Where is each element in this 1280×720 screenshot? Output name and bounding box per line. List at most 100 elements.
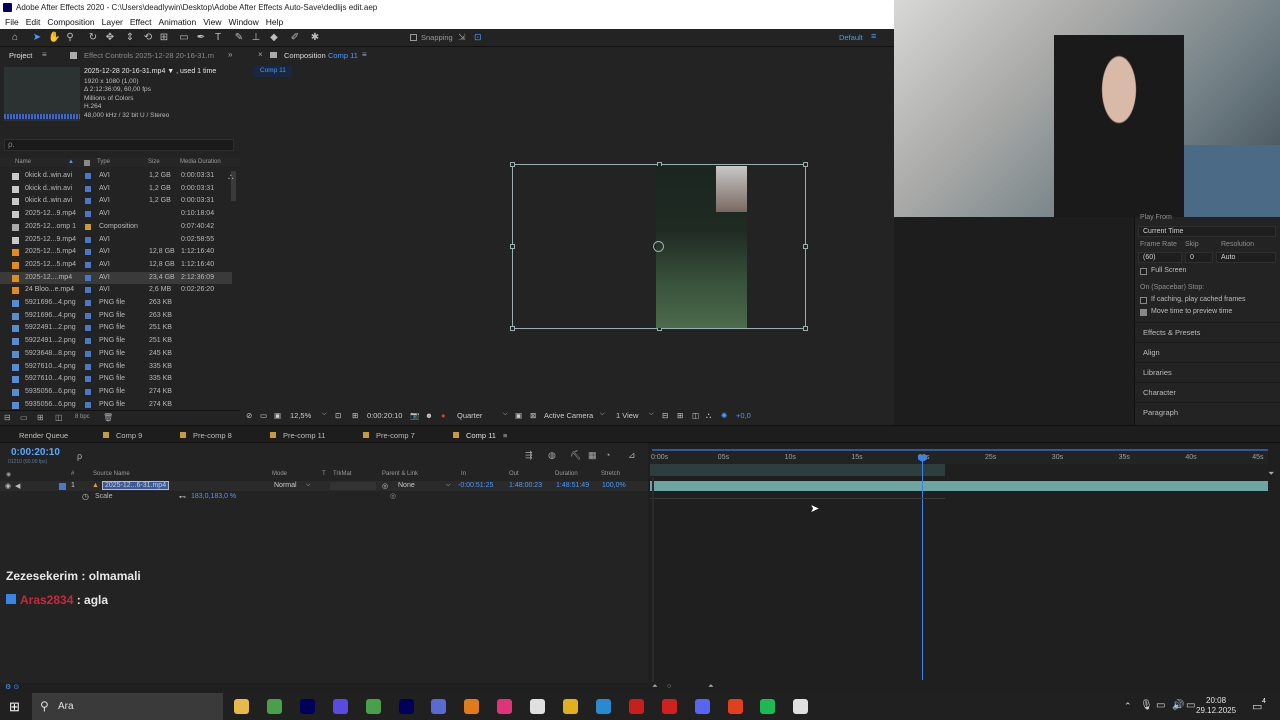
magnification[interactable]: 12,5% [290,411,311,420]
tab-effect-controls[interactable]: Effect Controls 2025-12-28 20-16-31.m [84,51,214,60]
layer-duration-bar[interactable] [650,481,1268,491]
file-label-color[interactable] [85,388,91,395]
tray-chevron-icon[interactable]: ⌃ [1124,701,1132,712]
file-label-color[interactable] [85,223,91,230]
bit-depth[interactable]: 8 bpc [75,414,90,420]
comp-mini-flowchart-icon[interactable]: ⇶ [525,450,533,461]
start-button[interactable]: ⊞ [0,693,32,720]
file-label-color[interactable] [85,274,91,281]
menu-edit[interactable]: Edit [26,15,41,29]
interpret-footage-icon[interactable]: ⊟ [4,413,11,422]
file-label-color[interactable] [85,350,91,357]
project-file-row[interactable]: 2025-12...9.mp4 AVI 0:02:58:55 [0,234,232,247]
microphone-icon[interactable]: 🎙 [1140,700,1153,711]
file-label-color[interactable] [85,363,91,370]
maps-icon[interactable] [563,699,578,714]
tiktok-icon[interactable] [497,699,513,714]
layer-label-color[interactable] [59,483,66,490]
video-eye-icon[interactable]: ◉ [5,482,11,490]
file-label-color[interactable] [85,236,91,243]
tab-composition[interactable]: Composition [284,51,326,60]
project-file-row[interactable]: 0kick d..win.avi AVI 1,2 GB 0:00:03:31 [0,170,232,183]
project-file-row[interactable]: 24 Bloo...e.mp4 AVI 2,6 MB 0:02:26:20 [0,284,232,297]
handle-bottom-right[interactable] [803,326,808,331]
file-label-color[interactable] [85,338,91,345]
layer-row[interactable]: ◉ ◀ 1 ▲ 2025-12...6-31.mp4 Normal ⌵ ◎ No… [0,481,648,491]
stopwatch-icon[interactable]: ◷ [82,492,89,501]
delete-icon[interactable]: 🗑 [103,413,113,422]
region-icon[interactable]: ▭ [260,411,267,420]
project-file-row[interactable]: 2025-12...omp 1 Composition 0:07:40:42 [0,221,232,234]
project-file-row[interactable]: 5922491...2.png PNG file 251 KB [0,322,232,335]
app-round-icon[interactable] [530,699,546,714]
if-caching-checkbox[interactable] [1140,297,1147,304]
project-file-row[interactable]: 5921696...4.png PNG file 263 KB [0,297,232,310]
app-red-icon[interactable] [727,699,743,714]
current-time-indicator[interactable] [922,458,923,680]
parent-header[interactable]: Parent & Link [382,471,418,477]
spotify-icon[interactable] [760,699,776,714]
constrain-link-icon[interactable]: ⊷ [179,493,186,501]
layer-stretch[interactable]: 100,0% [602,482,626,489]
tab-comp-11[interactable]: Comp 11 [453,431,496,440]
tab-pre-comp-11[interactable]: Pre-comp 11 [270,431,325,440]
snapshot-icon[interactable]: 📷 [410,411,419,420]
app-dark-icon[interactable] [628,699,644,714]
workspace-menu-icon[interactable]: ≡ [871,31,876,41]
parent-chevron-icon[interactable]: ⌵ [446,482,451,489]
transparency-grid-icon[interactable]: ⊞ [352,411,358,420]
file-label-color[interactable] [85,198,91,205]
anchor-tool-icon[interactable]: ⊞ [158,32,170,44]
eraser-tool-icon[interactable]: ◆ [268,32,280,44]
audio-icon[interactable]: ◀ [15,482,20,490]
zoom-tool-icon[interactable]: ⚲ [64,32,76,44]
file-label-color[interactable] [85,185,91,192]
pickwhip-icon[interactable]: ◎ [382,482,388,490]
dolly-tool-icon[interactable]: ⇕ [124,32,136,44]
menu-effect[interactable]: Effect [130,15,152,29]
panel-overflow-icon[interactable]: » [228,50,232,59]
panel-close-icon[interactable]: × [258,50,263,59]
selection-tool-icon[interactable]: ➤ [31,32,43,44]
file-explorer-icon[interactable] [234,699,249,714]
file-label-color[interactable] [85,401,91,408]
rotate-tool-icon[interactable]: ⟲ [142,32,154,44]
tab-pre-comp-7[interactable]: Pre-comp 7 [363,431,415,440]
menu-animation[interactable]: Animation [158,15,196,29]
menu-help[interactable]: Help [266,15,283,29]
handle-top-right[interactable] [803,162,808,167]
volume-icon[interactable]: 🔊 [1172,700,1184,711]
brave-icon[interactable] [332,699,348,714]
handle-bottom-left[interactable] [510,326,515,331]
project-file-row[interactable]: 5921696...4.png PNG file 263 KB [0,310,232,323]
project-file-row[interactable]: 0kick d..win.avi AVI 1,2 GB 0:00:03:31 [0,183,232,196]
views-dropdown[interactable]: 1 View [616,411,638,420]
comp-breadcrumb[interactable]: Comp 11 [254,66,292,77]
pen-tool-icon[interactable]: ✒ [195,32,207,44]
project-file-row[interactable]: 2025-12....mp4 AVI 23,4 GB 2:12:36:09 [0,271,232,285]
exposure-icon[interactable]: ✺ [721,411,727,420]
composition-tab-name[interactable]: Comp 11 [328,51,358,60]
app-icon[interactable] [365,699,381,714]
source-name-header[interactable]: Source Name [93,471,130,477]
mode-chevron-icon[interactable]: ⌵ [306,482,311,489]
snapping-checkbox[interactable] [410,34,417,41]
workspace-default[interactable]: Default [839,33,863,42]
mode-header[interactable]: Mode [272,471,287,477]
layer-out[interactable]: 1:48:00:23 [509,482,542,489]
timeline-icon[interactable]: ◫ [692,411,699,420]
zoom-in-icon[interactable]: ⏶ [708,683,714,691]
resolution-chevron-icon[interactable]: ⌵ [503,411,508,418]
color-channel-icon[interactable]: ● [441,411,446,420]
motion-blur-icon[interactable]: ◔ [605,450,610,460]
timeline-current-time[interactable]: 0:00:20:10 [11,447,60,458]
layer-mode[interactable]: Normal [274,482,297,489]
graph-editor-icon[interactable]: ⊿ [628,450,636,461]
network-tray-icon[interactable]: ▭ [1156,700,1165,711]
col-size[interactable]: Size [148,159,160,165]
camera-dropdown[interactable]: Active Camera [544,411,593,420]
project-file-row[interactable]: 2025-12...5.mp4 AVI 12,8 GB 1:12:16:40 [0,246,232,259]
camera-chevron-icon[interactable]: ⌵ [600,411,605,418]
trkmat-dropdown[interactable] [330,482,376,490]
trkmat-header[interactable]: TrkMat [333,471,351,477]
